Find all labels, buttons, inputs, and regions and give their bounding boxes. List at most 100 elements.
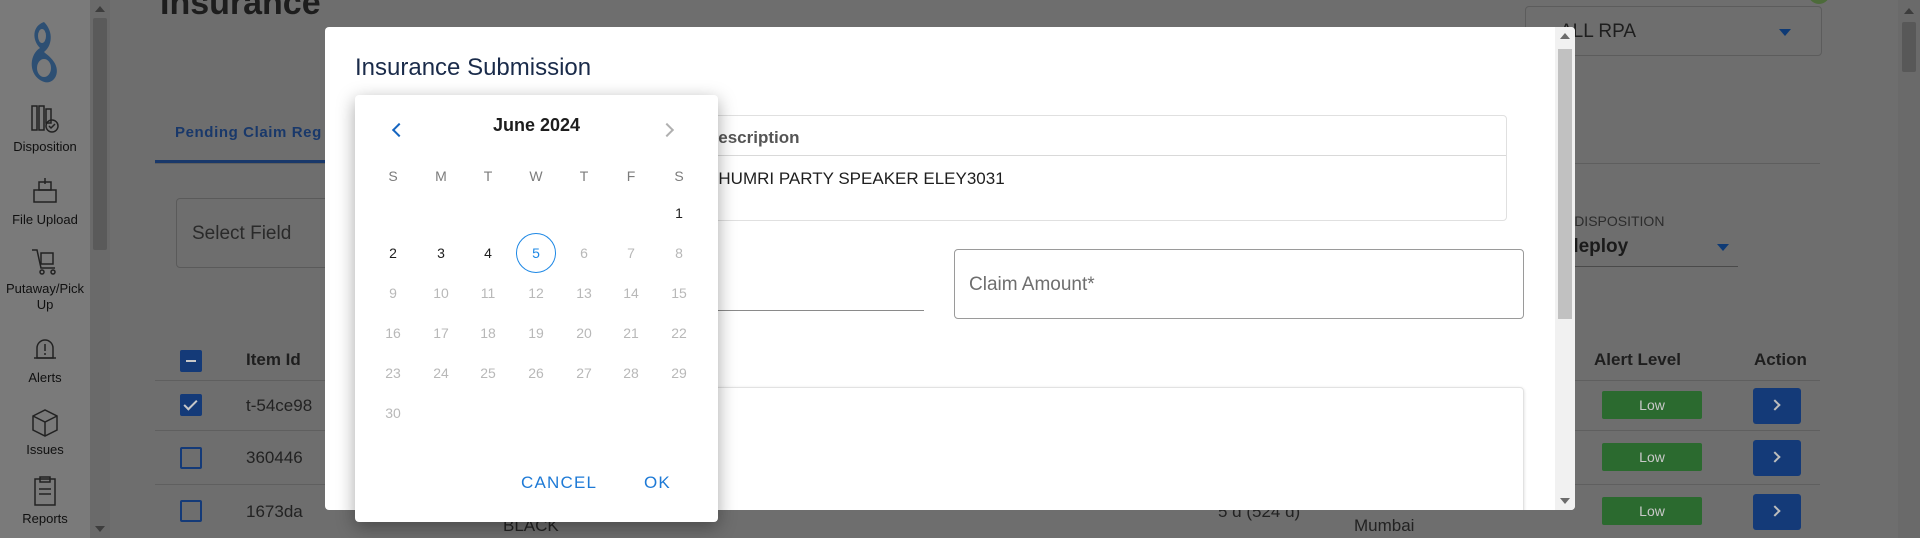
dialog-scrollbar[interactable] — [1555, 27, 1575, 510]
cancel-button[interactable]: CANCEL — [521, 473, 597, 493]
column-header-alert-level[interactable]: Alert Level — [1594, 350, 1681, 370]
page-title: Insurance — [160, 0, 321, 22]
calendar-day: 13 — [576, 285, 592, 301]
chevron-left-icon — [391, 122, 407, 138]
chevron-right-icon — [1769, 505, 1781, 517]
chevron-down-icon[interactable] — [1717, 244, 1729, 251]
calendar-day: 18 — [480, 325, 496, 341]
weekday-label: T — [579, 168, 589, 184]
weekday-label: M — [435, 168, 447, 184]
putaway-icon — [32, 249, 56, 275]
city-cell: Mumbai — [1354, 516, 1415, 535]
alerts-icon — [34, 339, 56, 359]
row-action-button[interactable] — [1753, 388, 1801, 424]
page-scrollbar[interactable] — [1898, 0, 1920, 538]
sidebar-item-alerts[interactable]: Alerts — [0, 334, 90, 386]
sidebar-item-label: Alerts — [28, 370, 62, 385]
calendar-day: 22 — [671, 325, 687, 341]
item-id-cell: 360446 — [246, 448, 303, 467]
calendar-day: 12 — [528, 285, 544, 301]
scroll-down-icon[interactable] — [1560, 498, 1570, 504]
claim-amount-field[interactable]: Claim Amount* — [954, 249, 1524, 319]
weekday-label: T — [483, 168, 493, 184]
chevron-right-icon — [1769, 399, 1781, 411]
calendar-day: 11 — [480, 285, 496, 301]
disposition-select[interactable]: deploy — [1567, 236, 1628, 258]
description-value: THUMRI PARTY SPEAKER ELEY3031 — [708, 169, 1005, 188]
calendar-day: 6 — [580, 245, 588, 261]
sidebar-item-reports[interactable]: Reports — [0, 475, 90, 527]
scrollbar-thumb[interactable] — [1902, 22, 1916, 72]
avatar[interactable] — [1808, 0, 1830, 4]
previous-month-button[interactable] — [383, 115, 413, 145]
reports-icon — [34, 476, 56, 506]
row-action-button[interactable] — [1753, 440, 1801, 476]
column-header-action: Action — [1754, 350, 1807, 369]
dialog-title: Insurance Submission — [355, 54, 592, 81]
calendar-day[interactable]: 4 — [468, 233, 508, 273]
calendar-day: 24 — [433, 365, 449, 381]
scroll-up-icon[interactable] — [1560, 33, 1570, 39]
sidebar-item-issues[interactable]: Issues — [0, 406, 90, 458]
scroll-down-icon[interactable] — [95, 526, 105, 532]
calendar-day: 19 — [528, 325, 544, 341]
select-all-checkbox[interactable] — [180, 350, 202, 372]
disposition-icon — [31, 105, 59, 133]
description-header: Description — [698, 116, 1506, 156]
ok-button[interactable]: OK — [644, 473, 671, 493]
sidebar-item-file-upload[interactable]: File Upload — [0, 176, 90, 228]
scroll-up-icon[interactable] — [1904, 8, 1914, 14]
calendar-day: 20 — [576, 325, 592, 341]
calendar-day: 8 — [675, 245, 683, 261]
scrollbar-thumb[interactable] — [93, 18, 107, 250]
row-action-button[interactable] — [1753, 494, 1801, 530]
sidebar-item-disposition[interactable]: Disposition — [0, 103, 90, 155]
calendar-day: 27 — [576, 365, 592, 381]
calendar-day: 17 — [433, 325, 449, 341]
select-field-label: Select Field — [192, 223, 292, 244]
row-checkbox[interactable] — [180, 500, 202, 522]
column-header-item-id[interactable]: Item Id — [246, 350, 301, 370]
calendar-day-today[interactable]: 5 — [516, 233, 556, 273]
row-checkbox[interactable] — [180, 394, 202, 416]
remarks-field[interactable] — [697, 387, 1524, 510]
scroll-up-icon[interactable] — [95, 6, 105, 12]
calendar-day: 16 — [385, 325, 401, 341]
row-checkbox[interactable] — [180, 447, 202, 469]
status-badge: Low — [1602, 443, 1702, 471]
sidebar-item-label: File Upload — [12, 212, 78, 227]
calendar-day[interactable]: 1 — [659, 193, 699, 233]
sidebar-item-putaway[interactable]: Putaway/Pick Up — [0, 245, 90, 313]
weekday-label: S — [388, 168, 398, 184]
next-month-button[interactable] — [655, 115, 685, 145]
calendar-day[interactable]: 2 — [373, 233, 413, 273]
disposition-underline — [1560, 266, 1738, 267]
claim-amount-placeholder: Claim Amount* — [969, 274, 1095, 295]
issues-icon — [32, 409, 58, 437]
file-upload-icon — [33, 178, 57, 203]
calendar-day: 14 — [623, 285, 639, 301]
status-badge: Low — [1602, 391, 1702, 419]
calendar-day[interactable]: 3 — [421, 233, 461, 273]
sidebar-scrollbar[interactable] — [90, 0, 110, 538]
calendar-day: 23 — [385, 365, 401, 381]
disposition-label: T DISPOSITION — [1562, 213, 1665, 229]
calendar-day: 15 — [671, 285, 687, 301]
app-logo[interactable] — [22, 18, 64, 88]
calendar-day: 28 — [623, 365, 639, 381]
sidebar-item-label: Issues — [26, 442, 64, 457]
sidebar-item-label: Reports — [22, 511, 68, 526]
scrollbar-thumb[interactable] — [1558, 49, 1572, 319]
calendar-day: 21 — [623, 325, 639, 341]
chevron-right-icon — [1769, 451, 1781, 463]
tab-pending-claim[interactable]: Pending Claim Reg — [175, 124, 322, 141]
sidebar: Disposition File Upload Putaway/Pick Up … — [0, 0, 110, 538]
chevron-right-icon — [659, 122, 675, 138]
status-badge: Low — [1602, 497, 1702, 525]
date-field-underline[interactable] — [697, 310, 924, 311]
weekday-label: F — [626, 168, 636, 184]
calendar-day: 25 — [480, 365, 496, 381]
calendar-day: 7 — [627, 245, 635, 261]
calendar-day: 10 — [433, 285, 449, 301]
sidebar-item-label: Putaway/Pick Up — [5, 281, 85, 312]
